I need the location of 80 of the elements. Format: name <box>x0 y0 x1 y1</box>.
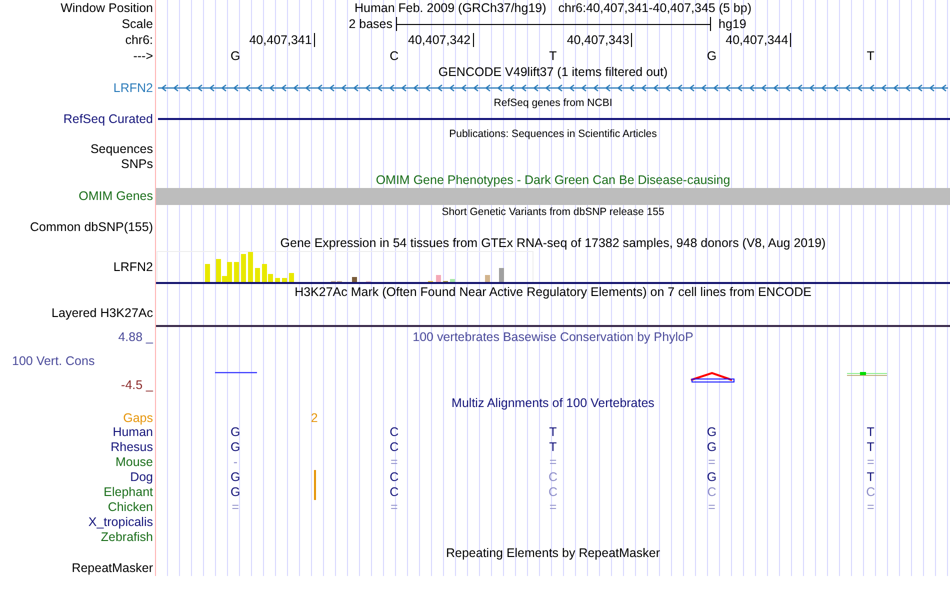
axis-max-label: 4.88 _ <box>118 331 153 344</box>
track-label[interactable]: X_tropicalis <box>88 516 153 529</box>
track-label[interactable]: chr6: <box>125 34 153 46</box>
base-letter: C <box>390 48 399 63</box>
aligned-base: = <box>232 500 240 514</box>
track-title: Repeating Elements by RepeatMasker <box>446 546 660 560</box>
track-title: H3K27Ac Mark (Often Found Near Active Regulatory Elements) on 7 cell lines from ENCODE <box>294 284 812 299</box>
aligned-base: C <box>390 470 399 484</box>
base-letter: G <box>230 48 240 63</box>
aligned-base: G <box>230 485 240 500</box>
track-label[interactable]: Common dbSNP(155) <box>30 221 153 234</box>
aligned-base: = <box>390 455 398 470</box>
aligned-base: C <box>548 470 558 484</box>
aligned-base: T <box>549 440 557 454</box>
aligned-base: C <box>548 485 558 500</box>
track-title: Multiz Alignments of 100 Vertebrates <box>452 396 654 410</box>
track-label[interactable]: Chicken <box>108 501 153 514</box>
base-letter: T <box>549 48 557 63</box>
genome-text: hg19 <box>718 16 746 31</box>
track-title: GENCODE V49lift37 (1 items filtered out) <box>438 64 668 79</box>
aligned-base: C <box>390 425 399 440</box>
track-label[interactable]: Scale <box>122 18 153 30</box>
track-title: Gene Expression in 54 tissues from GTEx RNA-seq of 17382 samples, 948 donors (V8, Aug 2019) <box>280 236 826 250</box>
aligned-base: T <box>866 470 874 484</box>
coordinate-label: 40,407,343 <box>566 33 632 47</box>
track-label[interactable]: LRFN2 <box>113 82 153 94</box>
track-label[interactable]: Sequences <box>90 143 153 156</box>
track-note: RefSeq genes from NCBI <box>494 97 612 110</box>
track-title: 100 vertebrates Basewise Conservation by PhyloP <box>412 330 694 344</box>
track-label[interactable]: OMIM Genes <box>78 190 153 203</box>
track-label[interactable]: Layered H3K27Ac <box>52 307 153 320</box>
track-label[interactable]: Mouse <box>115 456 153 469</box>
track-label[interactable]: SNPs <box>121 158 153 171</box>
aligned-base: = <box>866 500 874 514</box>
track-label[interactable]: Zebrafish <box>100 531 153 544</box>
aligned-base: G <box>230 440 240 454</box>
aligned-base: G <box>230 470 240 484</box>
aligned-base: T <box>866 425 874 440</box>
track-note: Publications: Sequences in Scientific Articles <box>449 128 657 140</box>
assembly-text: Human Feb. 2009 (GRCh37/hg19) <box>354 2 546 14</box>
track-label[interactable]: Window Position <box>60 2 153 14</box>
track-label[interactable]: Rhesus <box>110 441 153 454</box>
track-label[interactable]: Elephant <box>104 486 153 499</box>
aligned-base: = <box>708 455 716 470</box>
coordinate-label: 40,407,342 <box>408 33 474 47</box>
aligned-base: = <box>866 455 874 470</box>
aligned-base: = <box>708 500 716 514</box>
track-label[interactable]: RepeatMasker <box>72 562 153 575</box>
aligned-base: G <box>706 425 717 440</box>
aligned-base: = <box>549 455 557 470</box>
track-label[interactable]: 100 Vert. Cons <box>0 354 95 368</box>
gap-count: 2 <box>310 410 318 425</box>
aligned-base: G <box>230 425 240 440</box>
base-letter: G <box>706 48 717 63</box>
aligned-base: C <box>866 485 876 500</box>
coordinate-label: 40,407,344 <box>726 33 792 47</box>
scale-text: 2 bases <box>348 16 394 31</box>
aligned-base: T <box>549 425 557 440</box>
aligned-base: = <box>549 500 557 514</box>
track-label[interactable]: Dog <box>130 471 153 484</box>
aligned-base: C <box>390 485 399 500</box>
conservation-signal <box>690 371 734 382</box>
base-letter: T <box>866 48 874 63</box>
track-label[interactable]: LRFN2 <box>113 261 153 274</box>
track-label[interactable]: RefSeq Curated <box>63 112 153 126</box>
aligned-base: G <box>706 470 717 484</box>
aligned-base: C <box>707 485 716 500</box>
aligned-base: T <box>866 440 874 454</box>
aligned-base: - <box>233 455 238 470</box>
aligned-base: G <box>706 440 717 454</box>
track-label[interactable]: Human <box>112 426 153 439</box>
conservation-signal <box>847 372 887 376</box>
track-label[interactable]: ---> <box>133 50 153 62</box>
track-title: OMIM Gene Phenotypes - Dark Green Can Be Disease-causing <box>376 172 730 187</box>
position-text: chr6:40,407,341-40,407,345 (5 bp) <box>558 2 752 14</box>
aligned-base: C <box>390 440 399 454</box>
axis-min-label: -4.5 _ <box>121 378 153 391</box>
track-note: Short Genetic Variants from dbSNP release 155 <box>442 206 664 218</box>
aligned-base: = <box>390 500 398 514</box>
coordinate-label: 40,407,341 <box>249 33 315 47</box>
